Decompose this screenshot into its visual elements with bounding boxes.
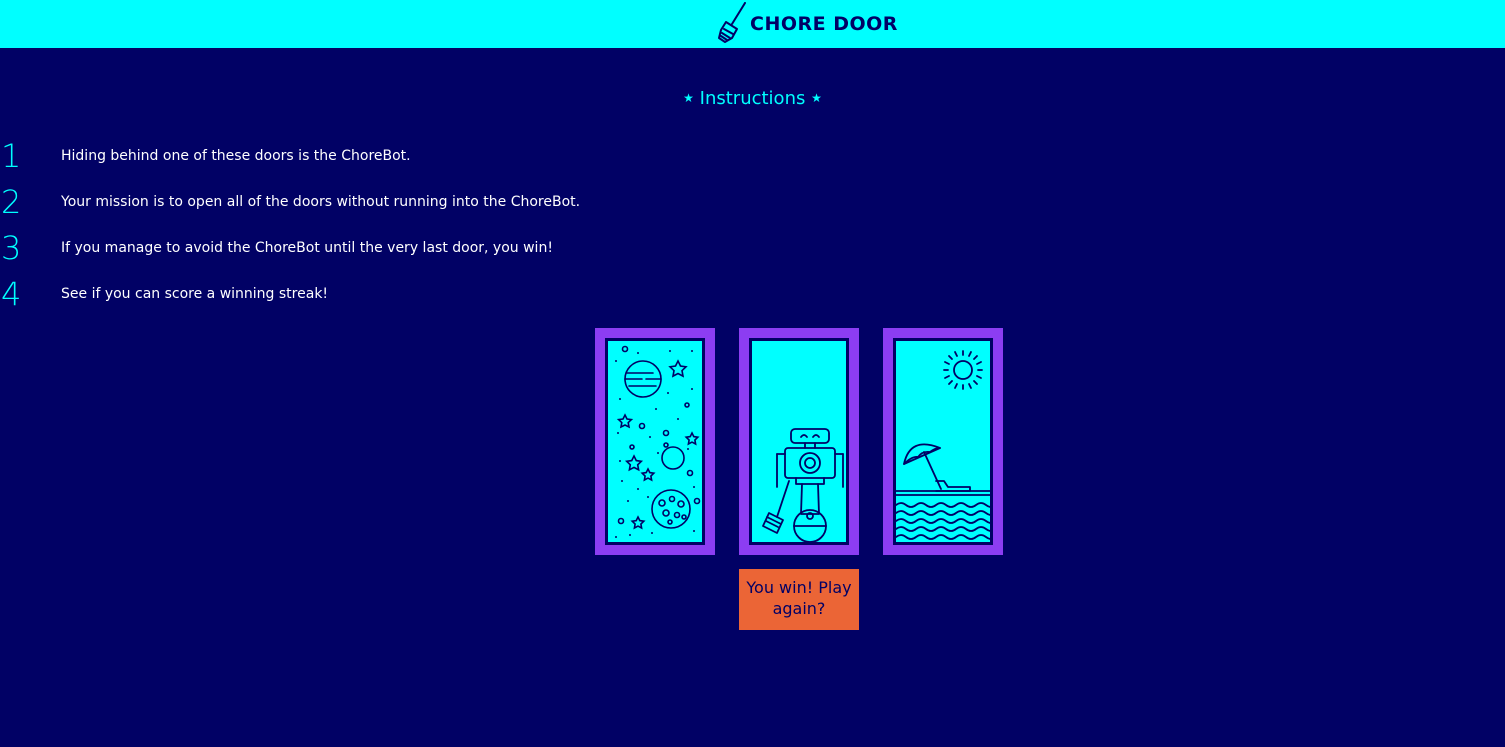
door-2[interactable] xyxy=(739,328,859,555)
header-bar: CHORE DOOR xyxy=(0,0,1505,48)
step-text: See if you can score a winning streak! xyxy=(61,286,329,302)
space-scene-icon xyxy=(608,341,702,542)
step-number: 1 xyxy=(1,137,22,175)
step-number: 3 xyxy=(1,229,22,267)
broom-icon xyxy=(716,2,748,46)
instruction-step: 3 If you manage to avoid the ChoreBot un… xyxy=(0,231,800,265)
instruction-step: 2 Your mission is to open all of the doo… xyxy=(0,185,800,219)
step-text: If you manage to avoid the ChoreBot unti… xyxy=(61,240,553,256)
instruction-step: 4 See if you can score a winning streak! xyxy=(0,277,800,311)
door-3-panel[interactable] xyxy=(893,338,993,545)
play-again-button[interactable]: You win! Play again? xyxy=(739,569,859,630)
logo: CHORE DOOR xyxy=(716,0,898,48)
robot-icon xyxy=(752,341,846,542)
step-number: 2 xyxy=(1,183,22,221)
step-number: 4 xyxy=(1,275,22,313)
beach-scene-icon xyxy=(896,341,990,542)
step-text: Hiding behind one of these doors is the … xyxy=(61,148,411,164)
instruction-step: 1 Hiding behind one of these doors is th… xyxy=(0,139,800,173)
door-1-panel[interactable] xyxy=(605,338,705,545)
instructions-heading: ★ Instructions ★ xyxy=(0,88,1505,109)
star-icon: ★ xyxy=(683,91,694,105)
instructions-title: Instructions xyxy=(699,88,806,109)
door-1[interactable] xyxy=(595,328,715,555)
step-text: Your mission is to open all of the doors… xyxy=(61,194,581,210)
door-2-panel[interactable] xyxy=(749,338,849,545)
app-title: CHORE DOOR xyxy=(750,13,898,35)
door-3[interactable] xyxy=(883,328,1003,555)
star-icon: ★ xyxy=(811,91,822,105)
